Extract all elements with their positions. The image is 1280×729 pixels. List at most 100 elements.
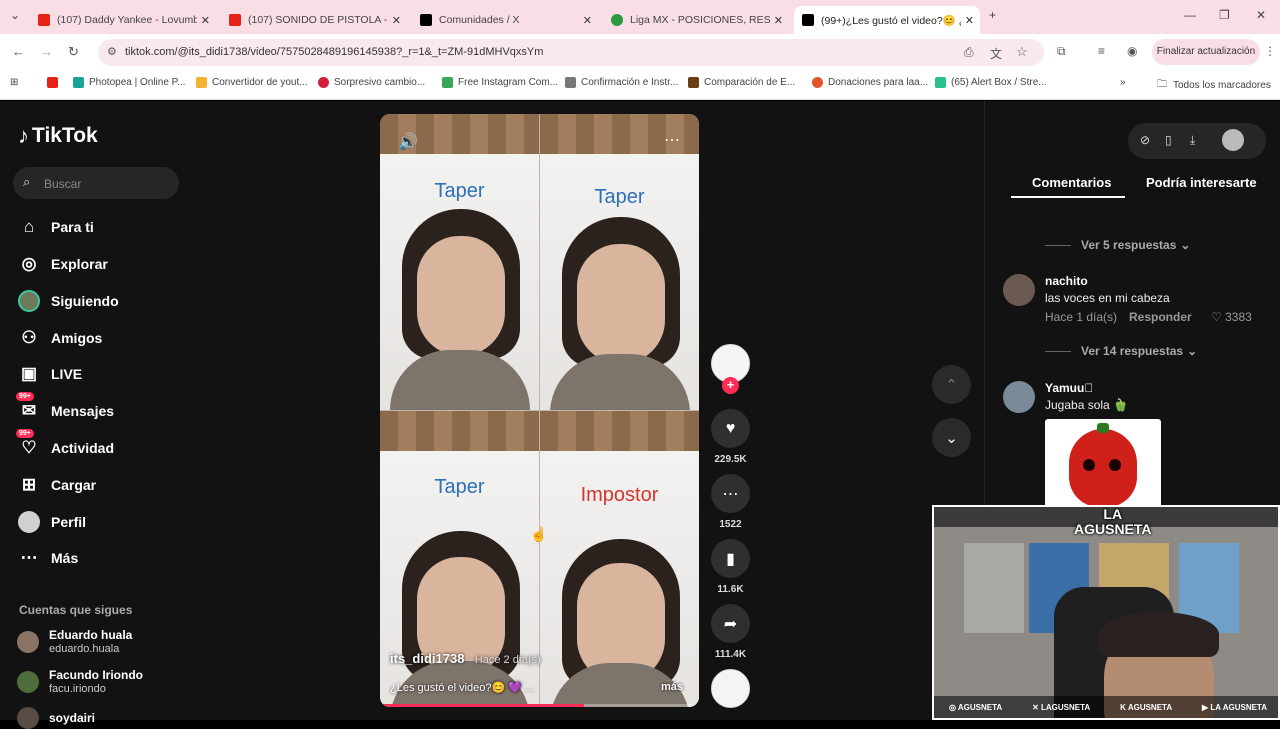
sidebar: ♪ TikTok ⌕ Buscar ⌂ Para ti ◎ Explorar Sig… <box>0 101 200 729</box>
media-icon[interactable]: ≡ <box>1098 44 1105 58</box>
share-icon[interactable]: ➦ <box>711 604 750 643</box>
close-window-icon[interactable]: ✕ <box>1256 8 1266 22</box>
site-info-icon[interactable]: ⚙ <box>107 45 117 58</box>
bookmark-item[interactable]: Photopea | Online P... <box>73 77 185 88</box>
bookmark-item[interactable] <box>47 77 63 88</box>
browser-tab-active[interactable]: (99+)¿Les gustó el video?😊 🔊 ✕ <box>794 6 980 34</box>
comment-like[interactable]: ♡ 3383 <box>1211 310 1252 324</box>
compass-icon[interactable]: ⊘ <box>1140 133 1150 147</box>
nav-activity[interactable]: ♡ 99+ Actividad <box>16 429 114 461</box>
translate-icon[interactable]: 文 <box>990 45 1002 62</box>
bookmark-item[interactable]: Donaciones para laa... <box>812 77 928 88</box>
home-icon: ⌂ <box>23 217 35 236</box>
bookmark-icon[interactable]: ▮ <box>711 539 750 578</box>
new-tab-icon[interactable]: + <box>989 8 996 22</box>
profile-avatar[interactable] <box>1222 129 1244 151</box>
bookmark-item[interactable]: Comparación de E... <box>688 77 795 88</box>
tab-interest[interactable]: Podría interesarte <box>1146 175 1257 190</box>
close-tab-icon[interactable]: ✕ <box>774 14 783 27</box>
video-author[interactable]: its_didi1738 · Hace 2 día(s) <box>390 651 541 666</box>
more-bookmarks-icon[interactable]: » <box>1120 77 1126 88</box>
nav-following[interactable]: Siguiendo <box>18 288 119 314</box>
nav-friends[interactable]: ⚇ Amigos <box>18 325 102 351</box>
profile-icon[interactable]: ◉ <box>1127 44 1137 58</box>
all-bookmarks[interactable]: 🗀 Todos los marcadores <box>1157 77 1271 94</box>
browser-tab[interactable]: Liga MX - POSICIONES, RESULT ✕ <box>603 6 789 34</box>
comment-icon[interactable]: ⋯ <box>711 474 750 513</box>
update-button[interactable]: Finalizar actualización <box>1152 39 1260 65</box>
soccer-icon <box>611 14 623 26</box>
next-video-button[interactable]: ⌄ <box>932 418 971 457</box>
restore-icon[interactable]: ❐ <box>1219 8 1230 22</box>
tiktok-logo[interactable]: ♪ TikTok <box>18 123 98 149</box>
tab-search-icon[interactable]: ⌄ <box>10 8 20 22</box>
apps-icon[interactable]: ⊞ <box>10 77 18 88</box>
back-icon[interactable]: ← <box>12 44 25 59</box>
follow-button[interactable]: + <box>722 377 739 394</box>
social-handles: ◎ AGUSNETA ✕ LAGUSNETA K AGUSNETA ▶ LA A… <box>934 696 1278 718</box>
browser-tab[interactable]: Comunidades / X ✕ <box>412 6 598 34</box>
video-quadrant: Taper <box>380 114 539 410</box>
like-action[interactable]: ♥ 229.5K <box>711 409 750 465</box>
following-user[interactable]: soydairi <box>17 707 95 729</box>
more-options-icon[interactable]: ⋯ <box>664 130 680 150</box>
reload-icon[interactable]: ↻ <box>68 44 79 60</box>
search-input[interactable]: ⌕ Buscar <box>13 167 179 199</box>
url-text[interactable]: tiktok.com/@its_didi1738/video/757502848… <box>125 46 543 58</box>
youtube-icon <box>38 14 50 26</box>
phone-icon[interactable]: ▯ <box>1165 133 1172 147</box>
browser-tab[interactable]: (107) Daddy Yankee - Lovumba ✕ <box>30 6 216 34</box>
video-word: Taper <box>594 186 645 208</box>
previous-video-button[interactable]: ⌃ <box>932 365 971 404</box>
bookmark-item[interactable]: (65) Alert Box / Stre... <box>935 77 1047 88</box>
following-user[interactable]: Eduardo huala eduardo.huala <box>17 628 132 656</box>
nav-explore[interactable]: ◎ Explorar <box>18 251 108 277</box>
video-player[interactable]: Taper Taper Taper Impostor 🔊 ⋯ ☝ its_did… <box>380 114 699 707</box>
search-icon: ⌕ <box>23 174 31 189</box>
nav-live[interactable]: ▣ LIVE <box>18 361 82 387</box>
bookmark-item[interactable]: Sorpresivo cambio... <box>318 77 425 88</box>
share-action[interactable]: ➦ 111.4K <box>711 604 750 660</box>
bookmark-item[interactable]: Confirmación e Instr... <box>565 77 678 88</box>
site-icon <box>688 77 699 88</box>
reply-button[interactable]: Responder <box>1129 310 1192 324</box>
browser-tab[interactable]: (107) SONIDO DE PISTOLA - Yo ✕ <box>221 6 407 34</box>
install-icon[interactable]: ⎙ <box>964 45 974 60</box>
close-tab-icon[interactable]: ✕ <box>583 14 592 27</box>
minimize-icon[interactable]: — <box>1184 8 1196 22</box>
following-user[interactable]: Facundo Iriondo facu.iriondo <box>17 668 143 696</box>
video-progress-bar[interactable] <box>380 704 699 707</box>
nav-profile[interactable]: Perfil <box>18 509 86 535</box>
comment-action[interactable]: ⋯ 1522 <box>711 474 750 530</box>
forward-icon[interactable]: → <box>40 44 53 59</box>
youtube-icon <box>47 77 58 88</box>
avatar <box>17 707 39 729</box>
cursor-icon: ☝ <box>530 526 548 542</box>
save-action[interactable]: ▮ 11.6K <box>711 539 750 595</box>
tab-comments[interactable]: Comentarios <box>1032 175 1111 190</box>
more-caption-link[interactable]: más <box>661 681 683 693</box>
nav-messages[interactable]: ✉ 99+ Mensajes <box>16 392 114 424</box>
close-tab-icon[interactable]: ✕ <box>392 14 401 27</box>
nav-more[interactable]: ⋯ Más <box>18 545 79 571</box>
bookmark-star-icon[interactable]: ☆ <box>1016 44 1028 60</box>
avatar[interactable] <box>1003 274 1035 306</box>
bookmark-item[interactable]: Free Instagram Com... <box>442 77 558 88</box>
view-replies[interactable]: Ver 14 respuestas ⌄ <box>1045 344 1197 358</box>
avatar[interactable] <box>1003 381 1035 413</box>
bookmark-item[interactable]: Convertidor de yout... <box>196 77 308 88</box>
nav-for-you[interactable]: ⌂ Para ti <box>18 214 94 240</box>
sound-avatar[interactable] <box>711 669 750 708</box>
nav-upload[interactable]: ⊞ Cargar <box>18 472 96 498</box>
streamlabs-icon <box>935 77 946 88</box>
extensions-icon[interactable]: ⧉ <box>1057 44 1066 59</box>
menu-icon[interactable]: ⋮ <box>1264 44 1276 58</box>
heart-icon[interactable]: ♥ <box>711 409 750 448</box>
view-replies[interactable]: Ver 5 respuestas ⌄ <box>1045 238 1190 252</box>
address-bar[interactable]: ⚙ tiktok.com/@its_didi1738/video/7575028… <box>98 39 1044 66</box>
close-tab-icon[interactable]: ✕ <box>201 14 210 27</box>
download-icon[interactable]: ⤓ <box>1190 133 1195 148</box>
video-word: Taper <box>434 476 485 498</box>
volume-icon[interactable]: 🔊 <box>398 132 418 152</box>
close-tab-icon[interactable]: ✕ <box>965 14 974 27</box>
